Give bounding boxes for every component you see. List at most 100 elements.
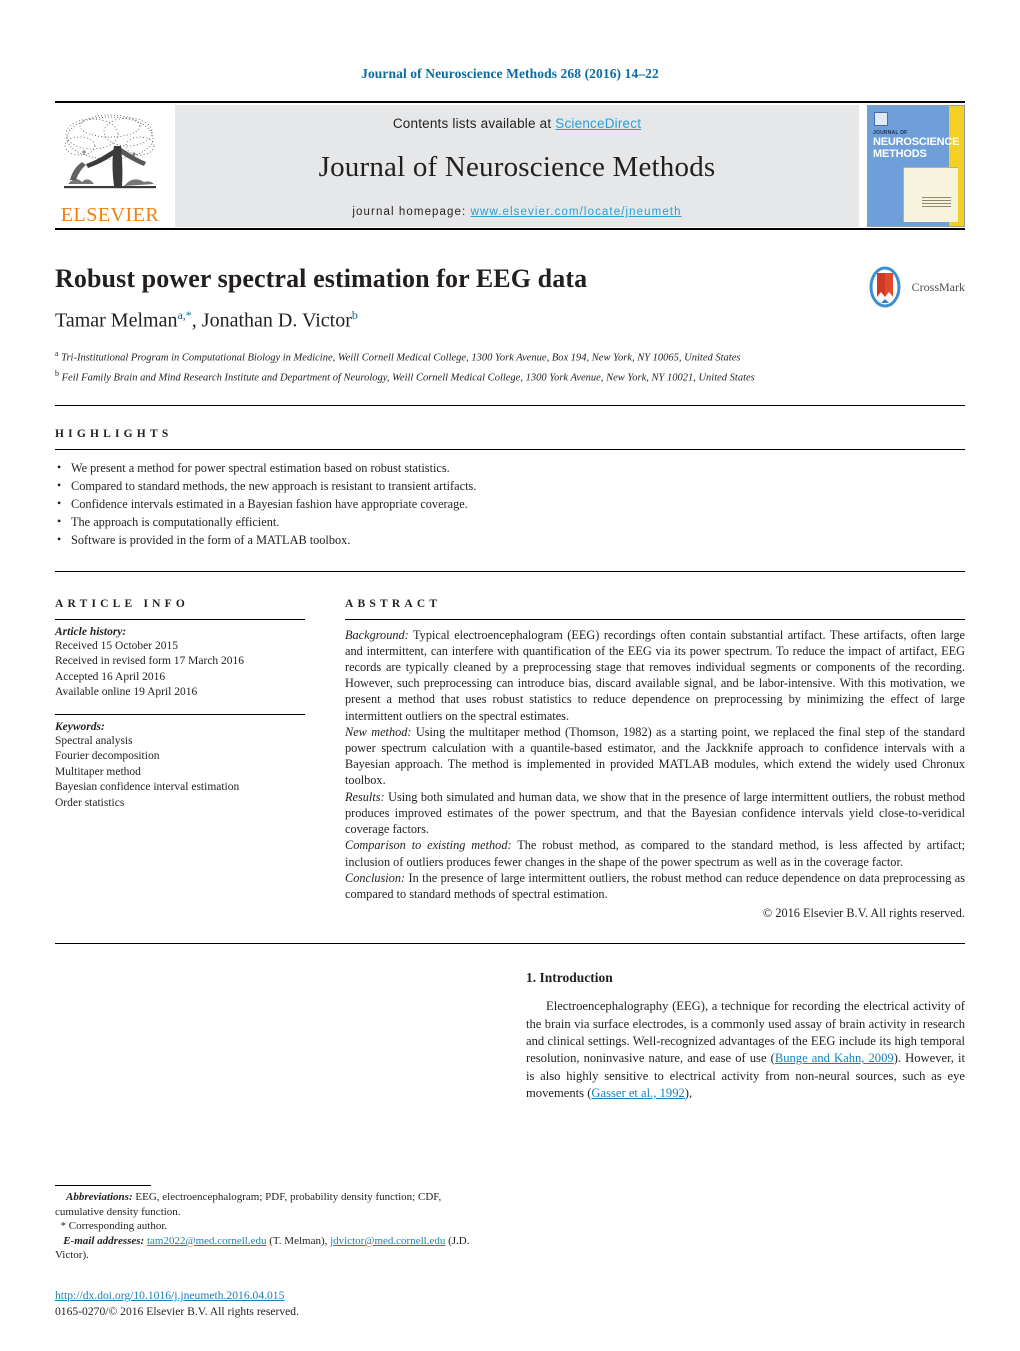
journal-homepage-line: journal homepage: www.elsevier.com/locat… [352, 206, 681, 218]
citation-link-bunge-kahn[interactable]: Bunge and Kahn, 2009 [775, 1051, 894, 1065]
journal-cover-thumbnail: JOURNAL OF NEUROSCIENCE METHODS [867, 105, 965, 227]
cover-line-methods: METHODS [873, 147, 927, 160]
issn-copyright-line: 0165-0270/© 2016 Elsevier B.V. All right… [55, 1305, 299, 1318]
article-info-column: ARTICLE INFO Article history: Received 1… [55, 598, 305, 921]
journal-homepage-link[interactable]: www.elsevier.com/locate/jneumeth [471, 206, 682, 218]
contents-lists-line: Contents lists available at ScienceDirec… [393, 116, 641, 131]
abstract-lead: New method: [345, 724, 412, 739]
sciencedirect-link[interactable]: ScienceDirect [555, 116, 641, 131]
crossmark-badge[interactable]: CrossMark [864, 266, 965, 308]
abstract-lead: Background: [345, 627, 409, 642]
history-item: Received in revised form 17 March 2016 [55, 655, 245, 668]
masthead-top-rule [55, 101, 965, 103]
abstract-rule [345, 618, 965, 620]
elsevier-wordmark: ELSEVIER [60, 204, 160, 226]
list-item: Confidence intervals estimated in a Baye… [55, 494, 965, 513]
footnote-emails: E-mail addresses: tam2022@med.cornell.ed… [55, 1234, 485, 1263]
highlights-section: HIGHLIGHTS We present a method for power… [55, 428, 965, 549]
abstract-lead: Comparison to existing method: [345, 838, 512, 853]
email-owner-melman: (T. Melman), [266, 1234, 331, 1247]
abstract-lead: Results: [345, 789, 385, 804]
keyword-item: Spectral analysis [55, 734, 133, 747]
highlights-rule [55, 448, 965, 450]
keyword-item: Order statistics [55, 796, 125, 809]
highlights-heading: HIGHLIGHTS [55, 427, 173, 440]
paper-page: Journal of Neuroscience Methods 268 (201… [0, 0, 1020, 1351]
info-abstract-row: ARTICLE INFO Article history: Received 1… [55, 598, 965, 921]
body-column-right: 1. Introduction Electroencephalography (… [526, 970, 965, 1102]
intro-paragraph: Electroencephalography (EEG), a techniqu… [526, 998, 965, 1102]
affiliation-mark-a: a [55, 348, 59, 358]
cover-white-box [902, 167, 959, 223]
intro-text-3: ), [684, 1086, 693, 1101]
email-addresses-label: E-mail addresses: [63, 1234, 145, 1247]
cover-line-title: NEUROSCIENCE METHODS [873, 136, 959, 160]
crossmark-label: CrossMark [911, 279, 965, 294]
affiliation-mark-b: b [55, 368, 59, 378]
masthead-bottom-rule [55, 228, 965, 230]
keywords-label: Keywords: [55, 720, 105, 733]
affiliation-text-b: Feil Family Brain and Mind Research Inst… [61, 372, 755, 384]
contents-prefix: Contents lists available at [392, 116, 556, 131]
article-history-label: Article history: [55, 625, 127, 638]
elsevier-tree-icon [64, 114, 156, 189]
crossmark-icon [869, 266, 901, 308]
body-top-rule [55, 943, 965, 945]
citation-link-gasser[interactable]: Gasser et al., 1992 [591, 1086, 684, 1100]
doi-link[interactable]: http://dx.doi.org/10.1016/j.jneumeth.201… [55, 1289, 284, 1302]
list-item: The approach is computationally efficien… [55, 512, 965, 531]
abstract-text: Typical electroencephalogram (EEG) recor… [345, 627, 965, 723]
abstract-heading: ABSTRACT [345, 597, 442, 610]
keyword-item: Multitaper method [55, 765, 141, 778]
email-link-victor[interactable]: jdvictor@med.cornell.edu [330, 1235, 445, 1247]
page-title: Robust power spectral estimation for EEG… [55, 264, 588, 293]
abstract-paragraph: Background: Typical electroencephalogram… [345, 627, 965, 724]
abstract-text: Using both simulated and human data, we … [345, 789, 965, 837]
elsevier-logo: ELSEVIER [55, 105, 165, 227]
author-marks-1: a,* [177, 308, 192, 322]
abstract-paragraph: Conclusion: In the presence of large int… [345, 870, 965, 902]
abbreviations-label: Abbreviations: [66, 1191, 133, 1204]
history-item: Accepted 16 April 2016 [55, 670, 166, 683]
author-list: Tamar Melmana,*, Jonathan D. Victorb [55, 308, 965, 333]
affiliation-text-a: Tri-Institutional Program in Computation… [61, 352, 741, 364]
journal-masthead: ELSEVIER Contents lists available at Sci… [55, 105, 965, 227]
highlights-top-rule [55, 404, 965, 406]
footnotes-block: Abbreviations: EEG, electroencephalogram… [55, 1185, 485, 1263]
affiliation-b: b Feil Family Brain and Mind Research In… [55, 367, 845, 385]
cover-elsevier-mark-icon [874, 112, 888, 126]
keyword-item: Fourier decomposition [55, 750, 160, 763]
title-block: CrossMark Robust power spectral estimati… [55, 264, 965, 385]
cover-placeholder-lines [921, 197, 951, 209]
homepage-prefix: journal homepage: [352, 206, 471, 218]
author-separator: , [191, 309, 202, 332]
keywords-rule [55, 713, 305, 715]
history-item: Received 15 October 2015 [55, 639, 178, 652]
list-item: We present a method for power spectral e… [55, 458, 965, 477]
abstract-lead: Conclusion: [345, 870, 406, 885]
abstract-paragraph: Comparison to existing method: The robus… [345, 837, 965, 869]
list-item: Software is provided in the form of a MA… [55, 530, 965, 549]
abstract-paragraph: New method: Using the multitaper method … [345, 724, 965, 789]
author-name-1: Tamar Melman [55, 309, 178, 332]
email-link-melman[interactable]: tam2022@med.cornell.edu [147, 1235, 267, 1247]
footnote-abbreviations: Abbreviations: EEG, electroencephalogram… [55, 1190, 485, 1219]
body-columns: 1. Introduction Electroencephalography (… [55, 970, 965, 1102]
footnote-corresponding-author: * Corresponding author. [55, 1219, 485, 1234]
abstract-text: Using the multitaper method (Thomson, 19… [345, 724, 965, 788]
abstract-copyright: © 2016 Elsevier B.V. All rights reserved… [762, 906, 965, 921]
author-name-2: Jonathan D. Victor [201, 309, 352, 332]
highlights-list: We present a method for power spectral e… [55, 458, 965, 549]
footnote-rule [55, 1185, 151, 1187]
doi-block: http://dx.doi.org/10.1016/j.jneumeth.201… [55, 1286, 485, 1319]
history-item: Available online 19 April 2016 [55, 686, 198, 699]
keyword-item: Bayesian confidence interval estimation [55, 781, 240, 794]
article-info-rule [55, 618, 305, 620]
corresponding-author-text: * Corresponding author. [60, 1220, 168, 1233]
abstract-column: ABSTRACT Background: Typical electroence… [345, 598, 965, 921]
abstract-text: In the presence of large intermittent ou… [345, 870, 965, 901]
section-heading-introduction: 1. Introduction [526, 970, 613, 986]
list-item: Compared to standard methods, the new ap… [55, 476, 965, 495]
body-column-left [55, 970, 494, 1102]
affiliation-a: a Tri-Institutional Program in Computati… [55, 347, 845, 365]
